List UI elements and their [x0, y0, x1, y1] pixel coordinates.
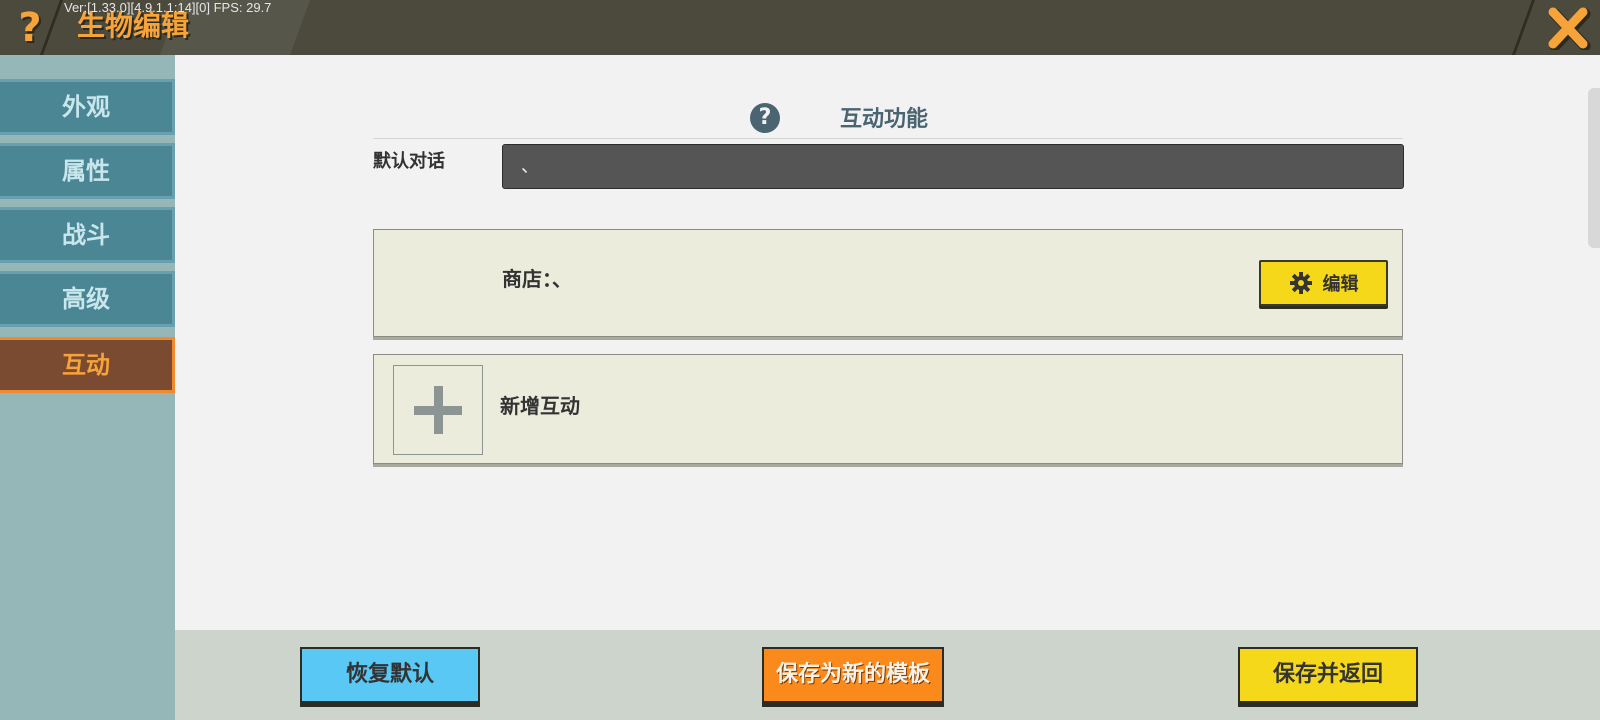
gear-icon	[1289, 272, 1312, 294]
sidebar-tab-label: 互动	[62, 351, 110, 379]
add-interaction-button[interactable]	[393, 365, 483, 455]
save-and-return-button[interactable]: 保存并返回	[1238, 647, 1418, 703]
section-divider	[373, 138, 1403, 139]
sidebar-tab-label: 高级	[62, 285, 110, 313]
sidebar-tab-advanced[interactable]: 高级	[0, 271, 175, 327]
section-title: 互动功能	[840, 107, 929, 132]
add-interaction-label: 新增互动	[500, 394, 580, 418]
scrollbar[interactable]	[1588, 88, 1600, 248]
restore-default-button[interactable]: 恢复默认	[300, 647, 480, 703]
sidebar-tab-attributes[interactable]: 属性	[0, 143, 175, 199]
question-mark-icon: ?	[758, 105, 772, 130]
sidebar-tab-label: 属性	[62, 157, 110, 185]
close-x-icon	[1548, 7, 1591, 52]
section-help-icon[interactable]: ?	[750, 103, 780, 133]
default-dialog-label: 默认对话	[373, 151, 445, 172]
default-dialog-input[interactable]: 、	[502, 144, 1404, 189]
shop-label: 商店：、	[502, 267, 572, 291]
question-mark-icon: ?	[18, 5, 42, 51]
save-as-template-button[interactable]: 保存为新的模板	[762, 647, 944, 703]
sidebar-tab-interaction[interactable]: 互动	[0, 337, 175, 393]
edit-button-label: 编辑	[1322, 274, 1359, 295]
sidebar-tab-appearance[interactable]: 外观	[0, 79, 175, 135]
version-text: Ver:[1.33.0][4.9.1.1:14][0] FPS: 29.7	[64, 0, 272, 15]
edit-shop-button[interactable]: 编辑	[1259, 260, 1388, 306]
sidebar-tab-combat[interactable]: 战斗	[0, 207, 175, 263]
main-content	[175, 55, 1600, 630]
close-button[interactable]	[1545, 6, 1591, 52]
sidebar-tab-label: 战斗	[62, 221, 110, 249]
sidebar-tab-label: 外观	[62, 93, 110, 121]
plus-icon	[414, 386, 462, 434]
